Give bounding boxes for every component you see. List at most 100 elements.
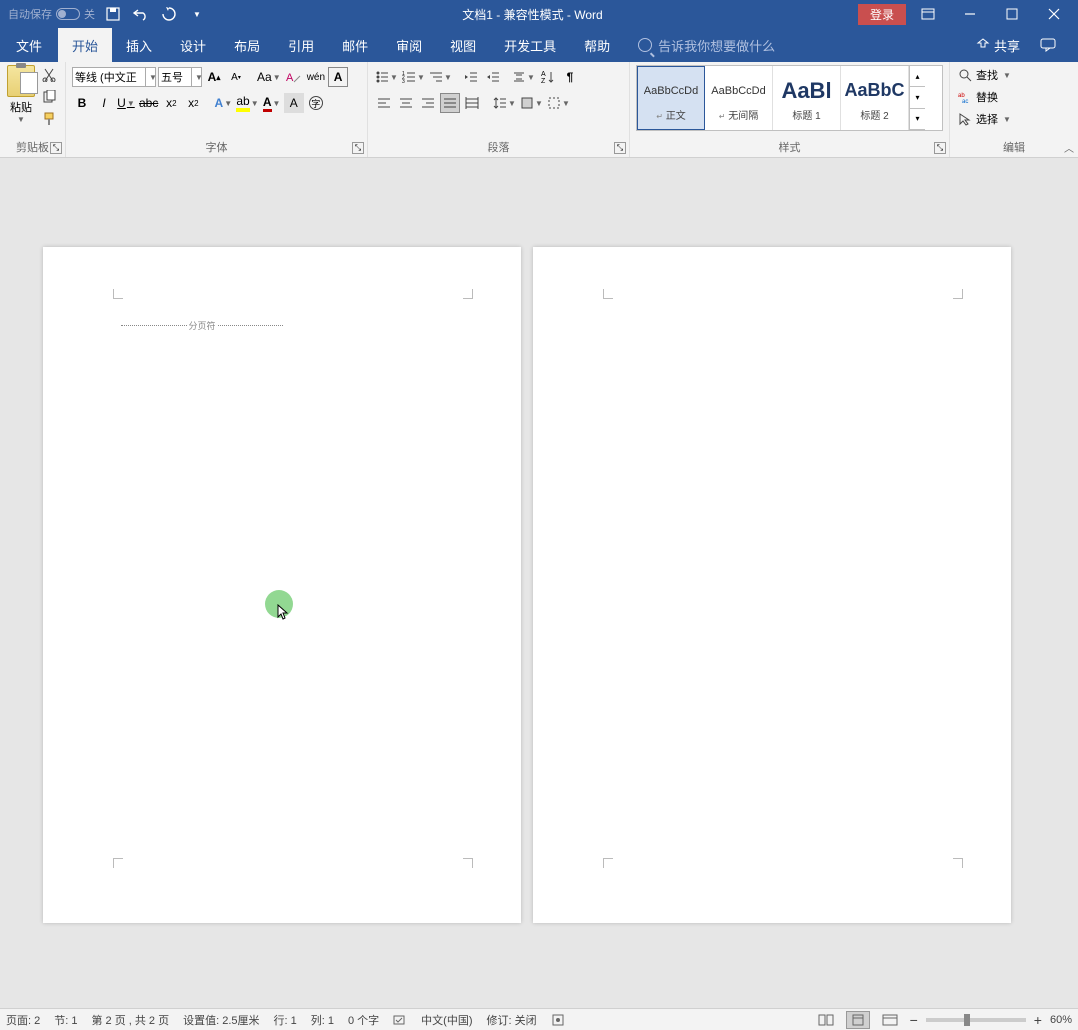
format-painter-icon[interactable] (39, 109, 59, 129)
ribbon-display-icon[interactable] (908, 2, 948, 26)
clear-format-icon[interactable]: A (284, 67, 304, 87)
tab-developer[interactable]: 开发工具 (490, 28, 570, 62)
status-page[interactable]: 页面: 2 (6, 1012, 40, 1028)
style-heading1[interactable]: AaBl 标题 1 (773, 66, 841, 130)
borders-icon[interactable]: ▼ (546, 93, 571, 113)
print-layout-icon[interactable] (846, 1011, 870, 1029)
sort-icon[interactable]: AZ (538, 67, 558, 87)
status-position[interactable]: 设置值: 2.5厘米 (183, 1012, 259, 1028)
shrink-font-icon[interactable]: A▾ (226, 67, 246, 87)
web-layout-icon[interactable] (878, 1011, 902, 1029)
show-marks-icon[interactable]: ¶ (560, 67, 580, 87)
qat-customize-icon[interactable]: ▼ (187, 4, 207, 24)
tellme-search[interactable]: 告诉我你想要做什么 (624, 28, 789, 62)
highlight-icon[interactable]: ab▼ (235, 93, 259, 113)
redo-icon[interactable] (159, 4, 179, 24)
zoom-out-button[interactable]: − (910, 1012, 918, 1028)
tab-design[interactable]: 设计 (166, 28, 220, 62)
styles-launcher[interactable]: ⤡ (934, 142, 946, 154)
multilevel-list-icon[interactable]: ▼ (428, 67, 453, 87)
status-wordcount[interactable]: 0 个字 (348, 1012, 379, 1028)
font-size-combo[interactable]: 五号▼ (158, 67, 202, 87)
save-icon[interactable] (103, 4, 123, 24)
comments-icon[interactable] (1028, 33, 1068, 57)
align-justify-icon[interactable] (440, 93, 460, 113)
paragraph-launcher[interactable]: ⤡ (614, 142, 626, 154)
page-1[interactable]: 分页符 (43, 247, 521, 923)
line-spacing-icon[interactable]: ▼ (492, 93, 517, 113)
replace-button[interactable]: abac 替换 (956, 87, 1072, 107)
find-button[interactable]: 查找▼ (956, 65, 1072, 85)
style-heading2[interactable]: AaBbC 标题 2 (841, 66, 909, 130)
styles-up-icon[interactable]: ▴ (910, 66, 925, 87)
superscript-button[interactable]: x2 (183, 93, 203, 113)
document-canvas[interactable]: 分页符 (0, 158, 1078, 1008)
status-page-of[interactable]: 第 2 页 , 共 2 页 (91, 1012, 169, 1028)
tab-references[interactable]: 引用 (274, 28, 328, 62)
style-normal[interactable]: AaBbCcDd ↵ 正文 (637, 66, 705, 130)
tab-review[interactable]: 审阅 (382, 28, 436, 62)
enclose-char-icon[interactable]: 字 (306, 93, 326, 113)
status-line[interactable]: 行: 1 (274, 1012, 297, 1028)
login-button[interactable]: 登录 (858, 4, 906, 25)
decrease-indent-icon[interactable] (461, 67, 481, 87)
minimize-icon[interactable] (950, 2, 990, 26)
close-icon[interactable] (1034, 2, 1074, 26)
status-track-changes[interactable]: 修订: 关闭 (487, 1012, 537, 1028)
underline-button[interactable]: U▼ (116, 93, 136, 113)
char-border-icon[interactable]: A (328, 67, 348, 87)
autosave-toggle[interactable]: 自动保存 关 (8, 6, 95, 22)
paste-button[interactable]: 粘贴 ▼ (6, 65, 36, 129)
tab-file[interactable]: 文件 (0, 28, 58, 62)
style-no-spacing[interactable]: AaBbCcDd ↵ 无间隔 (705, 66, 773, 130)
italic-button[interactable]: I (94, 93, 114, 113)
strikethrough-button[interactable]: abc (138, 93, 159, 113)
align-center-icon[interactable] (396, 93, 416, 113)
tab-help[interactable]: 帮助 (570, 28, 624, 62)
styles-more-icon[interactable]: ▾ (910, 109, 925, 130)
tab-home[interactable]: 开始 (58, 28, 112, 62)
status-column[interactable]: 列: 1 (311, 1012, 334, 1028)
zoom-in-button[interactable]: + (1034, 1012, 1042, 1028)
change-case-icon[interactable]: Aa▼ (256, 67, 282, 87)
share-button[interactable]: 共享 (976, 36, 1020, 55)
status-section[interactable]: 节: 1 (54, 1012, 77, 1028)
page-2[interactable] (533, 247, 1011, 923)
undo-icon[interactable] (131, 4, 151, 24)
increase-indent-icon[interactable] (483, 67, 503, 87)
bold-button[interactable]: B (72, 93, 92, 113)
zoom-slider[interactable] (926, 1018, 1026, 1022)
zoom-level[interactable]: 60% (1050, 1014, 1072, 1026)
copy-icon[interactable] (39, 87, 59, 107)
collapse-ribbon-icon[interactable]: ︿ (1064, 140, 1074, 155)
tab-mailings[interactable]: 邮件 (328, 28, 382, 62)
macro-icon[interactable] (551, 1013, 565, 1027)
tab-view[interactable]: 视图 (436, 28, 490, 62)
status-language[interactable]: 中文(中国) (421, 1012, 472, 1028)
distributed-icon[interactable] (462, 93, 482, 113)
font-launcher[interactable]: ⤡ (352, 142, 364, 154)
tab-layout[interactable]: 布局 (220, 28, 274, 62)
font-name-combo[interactable]: 等线 (中文正▼ (72, 67, 156, 87)
char-shading-icon[interactable]: A (284, 93, 304, 113)
select-button[interactable]: 选择▼ (956, 109, 1072, 129)
styles-down-icon[interactable]: ▾ (910, 87, 925, 108)
maximize-icon[interactable] (992, 2, 1032, 26)
cut-icon[interactable] (39, 65, 59, 85)
grow-font-icon[interactable]: A▴ (204, 67, 224, 87)
tab-insert[interactable]: 插入 (112, 28, 166, 62)
text-effects-icon[interactable]: A▼ (213, 93, 233, 113)
font-color-icon[interactable]: A▼ (262, 93, 282, 113)
read-mode-icon[interactable] (814, 1011, 838, 1029)
bullets-icon[interactable]: ▼ (374, 67, 399, 87)
clipboard-launcher[interactable]: ⤡ (50, 142, 62, 154)
spellcheck-icon[interactable] (393, 1013, 407, 1027)
subscript-button[interactable]: x2 (161, 93, 181, 113)
phonetic-guide-icon[interactable]: wén (306, 67, 326, 87)
shading-icon[interactable]: ▼ (519, 93, 544, 113)
asian-layout-icon[interactable]: ▼ (511, 67, 536, 87)
group-font: 等线 (中文正▼ 五号▼ A▴ A▾ Aa▼ A wén A B I U▼ ab… (66, 62, 368, 157)
align-left-icon[interactable] (374, 93, 394, 113)
numbering-icon[interactable]: 123▼ (401, 67, 426, 87)
align-right-icon[interactable] (418, 93, 438, 113)
